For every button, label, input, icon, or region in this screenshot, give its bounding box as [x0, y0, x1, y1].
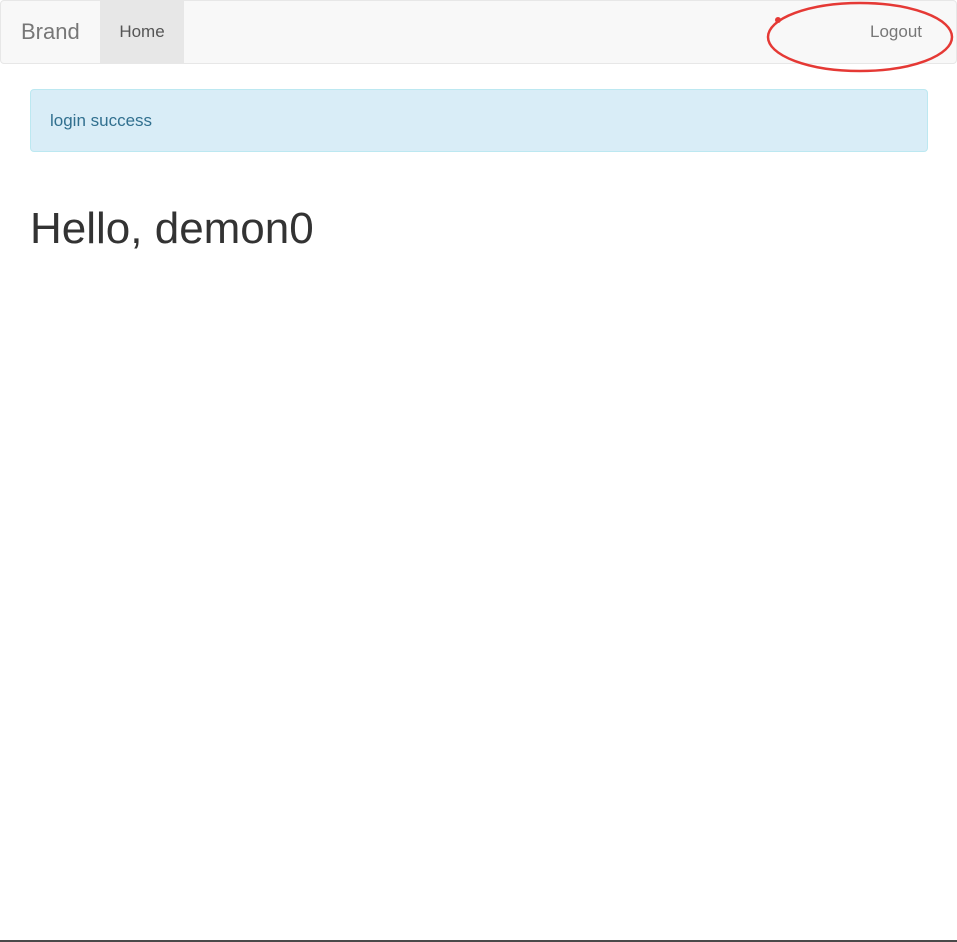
greeting-heading: Hello, demon0 — [30, 204, 314, 253]
nav-item-home[interactable]: Home — [100, 1, 184, 63]
brand-link[interactable]: Brand — [21, 1, 80, 63]
logout-link[interactable]: Logout — [870, 1, 922, 63]
top-navbar: Brand Home Logout — [0, 0, 957, 64]
alert-info: login success — [30, 89, 928, 152]
page: Brand Home Logout login success Hello, d… — [0, 0, 957, 942]
alert-message: login success — [50, 111, 153, 130]
